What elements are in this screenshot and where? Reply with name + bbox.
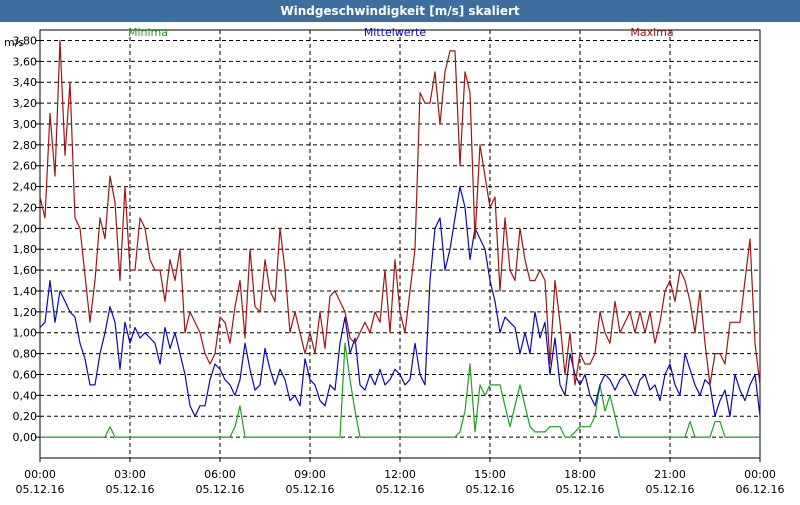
x-tick-time-label: 15:00 [474,468,506,481]
legend-label-maxima: Maxima [630,26,673,39]
x-tick-date-label: 05.12.16 [646,483,695,496]
y-tick-label: 0,60 [13,368,38,381]
y-tick-label: 2,20 [13,201,38,214]
x-tick-time-label: 06:00 [204,468,236,481]
y-tick-label: 1,80 [13,243,38,256]
x-tick-date-label: 05.12.16 [16,483,65,496]
x-tick-date-label: 05.12.16 [376,483,425,496]
y-tick-label: 3,00 [13,118,38,131]
x-tick-time-label: 00:00 [24,468,56,481]
y-tick-label: 0,00 [13,431,38,444]
x-tick-date-label: 06.12.16 [736,483,785,496]
y-tick-label: 1,20 [13,306,38,319]
y-tick-label: 1,00 [13,327,38,340]
x-tick-date-label: 05.12.16 [556,483,605,496]
y-tick-label: 3,60 [13,55,38,68]
x-tick-time-label: 09:00 [294,468,326,481]
y-tick-label: 0,20 [13,410,38,423]
y-axis: 0,00 0,20 0,40 0,60 0,80 1,00 1,20 1,40 1,60 1,80… [13,34,40,444]
y-tick-label: 3,40 [13,76,38,89]
window-title: Windgeschwindigkeit [m/s] skaliert [0,0,800,22]
line-chart: 0,00 0,20 0,40 0,60 0,80 1,00 1,20 1,40 1,60 1,80… [4,26,785,496]
y-axis-label: m/s [4,36,24,49]
y-tick-label: 3,20 [13,97,38,110]
y-tick-label: 2,40 [13,181,38,194]
y-tick-label: 2,80 [13,139,38,152]
x-tick-time-label: 00:00 [744,468,776,481]
y-tick-label: 1,60 [13,264,38,277]
x-tick-date-label: 05.12.16 [106,483,155,496]
x-tick-time-label: 03:00 [114,468,146,481]
x-axis: 00:00 05.12.16 03:00 05.12.16 06:00 05.12.16 0… [16,458,785,496]
chart-window: Windgeschwindigkeit [m/s] skaliert 0,00 0… [0,0,800,500]
x-tick-time-label: 21:00 [654,468,686,481]
x-tick-date-label: 05.12.16 [196,483,245,496]
legend-label-minima: Minima [128,26,168,39]
chart-area: 0,00 0,20 0,40 0,60 0,80 1,00 1,20 1,40 1,60 1,80… [0,22,800,500]
x-tick-time-label: 12:00 [384,468,416,481]
y-tick-label: 0,80 [13,348,38,361]
y-tick-label: 2,00 [13,222,38,235]
x-tick-date-label: 05.12.16 [466,483,515,496]
y-tick-label: 1,40 [13,285,38,298]
y-tick-label: 2,60 [13,160,38,173]
legend-label-mittelwerte: Mittelwerte [364,26,427,39]
y-tick-label: 0,40 [13,389,38,402]
x-tick-time-label: 18:00 [564,468,596,481]
x-tick-date-label: 05.12.16 [286,483,335,496]
